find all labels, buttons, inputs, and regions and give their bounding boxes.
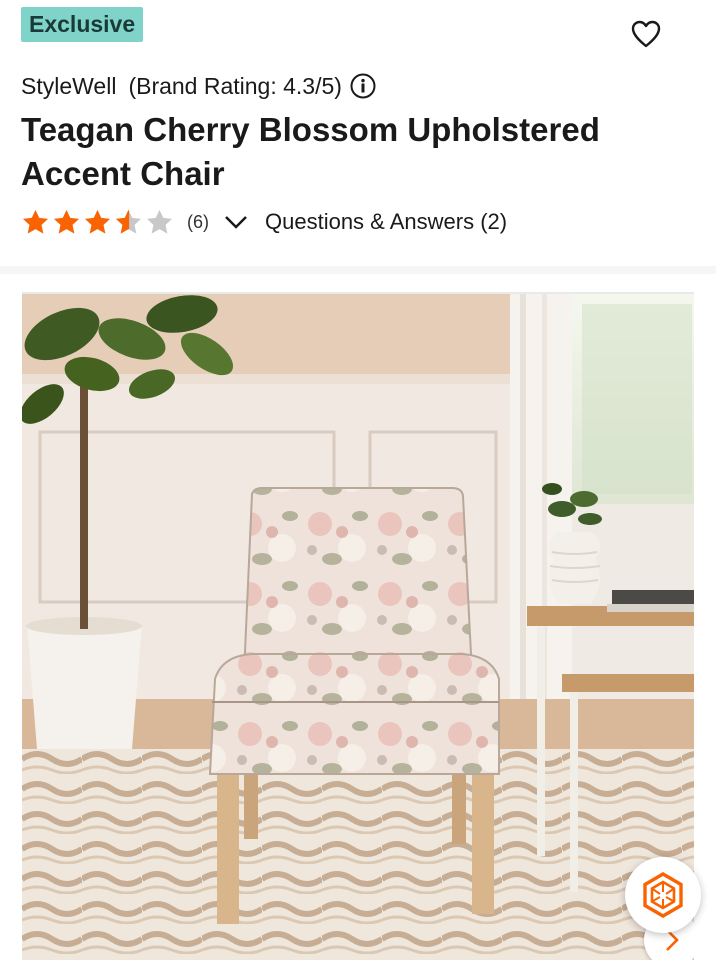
review-count[interactable]: (6) [187,212,209,233]
section-divider [0,266,716,274]
exclusive-badge: Exclusive [21,7,144,42]
favorite-button[interactable] [630,18,662,50]
star-icon [84,209,111,234]
product-image[interactable] [22,292,694,960]
info-icon[interactable] [350,73,376,99]
floating-assistant-button[interactable] [625,857,701,933]
product-photo [22,294,694,960]
brand-row: StyleWell (Brand Rating: 4.3/5) [21,68,376,104]
rating-row: (6) Questions & Answers (2) [21,204,507,240]
star-icon [53,209,80,234]
brand-name[interactable]: StyleWell [21,73,116,100]
product-title: Teagan Cherry Blossom Upholstered Accent… [21,111,600,192]
brand-rating: (Brand Rating: 4.3/5) [128,72,342,99]
half-star-icon [115,209,142,234]
empty-star-icon [146,209,173,234]
star-rating[interactable] [21,208,174,237]
chevron-down-icon[interactable] [221,207,251,237]
questions-answers-link[interactable]: Questions & Answers (2) [265,209,507,235]
star-icon [22,209,49,234]
hexagon-logo-icon [643,872,683,918]
heart-icon [631,20,661,48]
